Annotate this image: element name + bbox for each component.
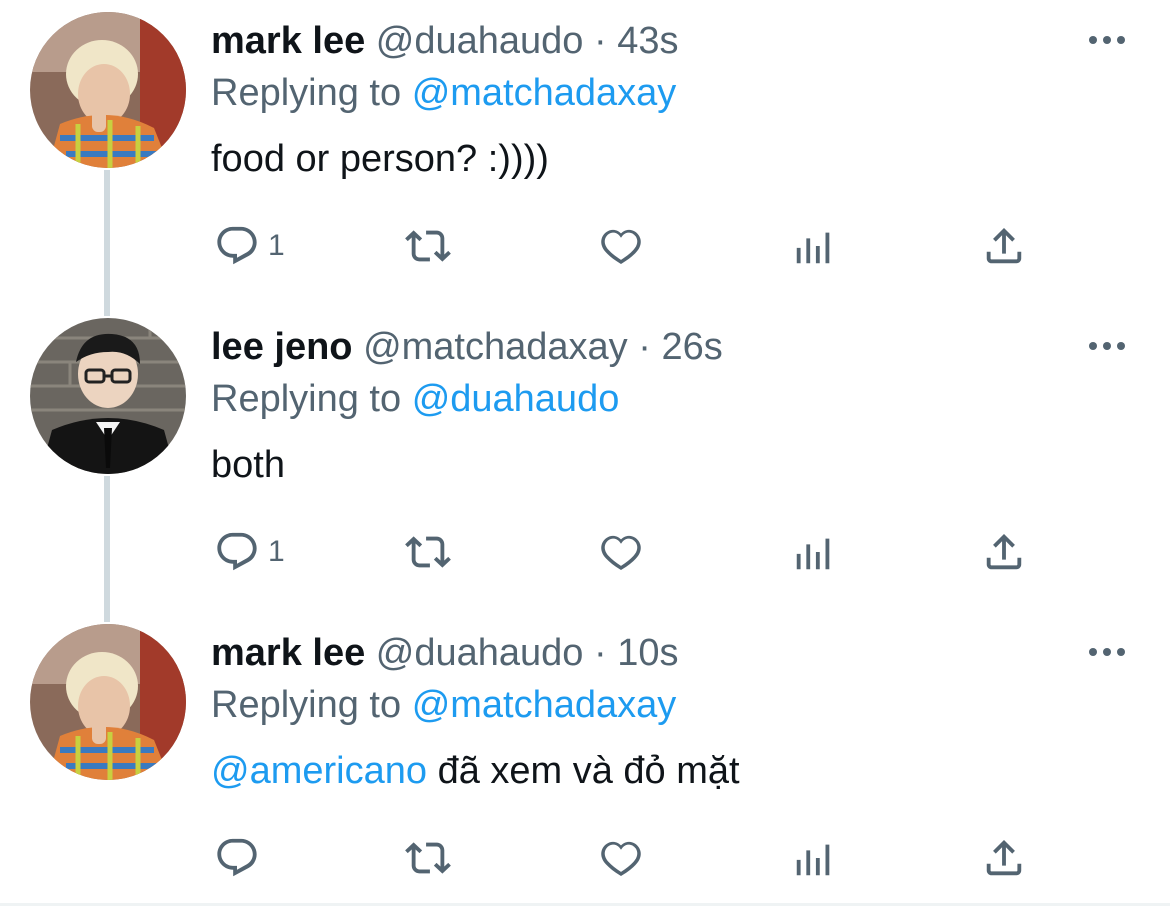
tweet[interactable]: mark lee @duahaudo · 10s Replying to @ma… (0, 612, 1170, 906)
analytics-button[interactable] (791, 220, 837, 272)
share-button[interactable] (981, 832, 1027, 884)
replying-to-label: Replying to (211, 72, 402, 114)
analytics-icon (791, 529, 837, 575)
retweet-icon (402, 835, 454, 881)
like-button[interactable] (597, 220, 645, 272)
replying-to-line: Replying to @matchadaxay (211, 682, 676, 728)
reply-button[interactable]: 1 (214, 220, 285, 272)
reply-icon (214, 223, 260, 269)
tweet[interactable]: lee jeno @matchadaxay · 26s Replying to … (0, 306, 1170, 612)
tweet-text: food or person? :)))) (211, 136, 549, 182)
reply-count: 1 (268, 535, 285, 568)
tweet-body: đã xem và đỏ mặt (437, 750, 740, 792)
tweet-header: mark lee @duahaudo · 10s (211, 630, 679, 676)
timestamp[interactable]: 10s (617, 632, 678, 674)
reply-icon (214, 529, 260, 575)
analytics-button[interactable] (791, 526, 837, 578)
user-handle[interactable]: @matchadaxay (363, 326, 628, 368)
replying-to-handle[interactable]: @matchadaxay (412, 684, 677, 726)
like-icon (597, 529, 645, 575)
share-icon (981, 835, 1027, 881)
like-icon (597, 223, 645, 269)
replying-to-handle[interactable]: @duahaudo (412, 378, 620, 420)
separator-dot: · (594, 20, 607, 62)
analytics-button[interactable] (791, 832, 837, 884)
tweet-text: both (211, 442, 285, 488)
tweet-actions: 1 (0, 502, 1170, 602)
separator-dot: · (594, 632, 607, 674)
tweet-actions (0, 808, 1170, 906)
replying-to-label: Replying to (211, 684, 402, 726)
tweet-body: both (211, 444, 285, 486)
tweet-header: lee jeno @matchadaxay · 26s (211, 324, 723, 370)
mention-link[interactable]: @americano (211, 750, 427, 792)
tweet[interactable]: mark lee @duahaudo · 43s Replying to @ma… (0, 0, 1170, 306)
timestamp[interactable]: 26s (661, 326, 722, 368)
replying-to-line: Replying to @matchadaxay (211, 70, 676, 116)
reply-icon (214, 835, 260, 881)
replying-to-handle[interactable]: @matchadaxay (412, 72, 677, 114)
avatar[interactable] (30, 318, 186, 474)
timestamp[interactable]: 43s (617, 20, 678, 62)
reply-button[interactable]: 1 (214, 526, 285, 578)
replying-to-line: Replying to @duahaudo (211, 376, 619, 422)
analytics-icon (791, 223, 837, 269)
tweet-body: food or person? :)))) (211, 138, 549, 180)
share-button[interactable] (981, 526, 1027, 578)
separator-dot: · (638, 326, 651, 368)
more-options-icon[interactable] (1085, 20, 1129, 60)
reply-button[interactable] (214, 832, 268, 884)
tweet-thread: mark lee @duahaudo · 43s Replying to @ma… (0, 0, 1170, 906)
retweet-button[interactable] (402, 220, 454, 272)
like-button[interactable] (597, 832, 645, 884)
retweet-button[interactable] (402, 526, 454, 578)
share-icon (981, 223, 1027, 269)
reply-count: 1 (268, 229, 285, 262)
like-icon (597, 835, 645, 881)
user-handle[interactable]: @duahaudo (376, 632, 584, 674)
retweet-icon (402, 223, 454, 269)
avatar[interactable] (30, 12, 186, 168)
analytics-icon (791, 835, 837, 881)
display-name[interactable]: mark lee (211, 632, 365, 674)
replying-to-label: Replying to (211, 378, 402, 420)
user-handle[interactable]: @duahaudo (376, 20, 584, 62)
more-options-icon[interactable] (1085, 326, 1129, 366)
like-button[interactable] (597, 526, 645, 578)
tweet-actions: 1 (0, 196, 1170, 296)
tweet-header: mark lee @duahaudo · 43s (211, 18, 679, 64)
display-name[interactable]: lee jeno (211, 326, 353, 368)
retweet-icon (402, 529, 454, 575)
avatar[interactable] (30, 624, 186, 780)
share-icon (981, 529, 1027, 575)
more-options-icon[interactable] (1085, 632, 1129, 672)
share-button[interactable] (981, 220, 1027, 272)
retweet-button[interactable] (402, 832, 454, 884)
tweet-text: @americano đã xem và đỏ mặt (211, 748, 740, 794)
display-name[interactable]: mark lee (211, 20, 365, 62)
